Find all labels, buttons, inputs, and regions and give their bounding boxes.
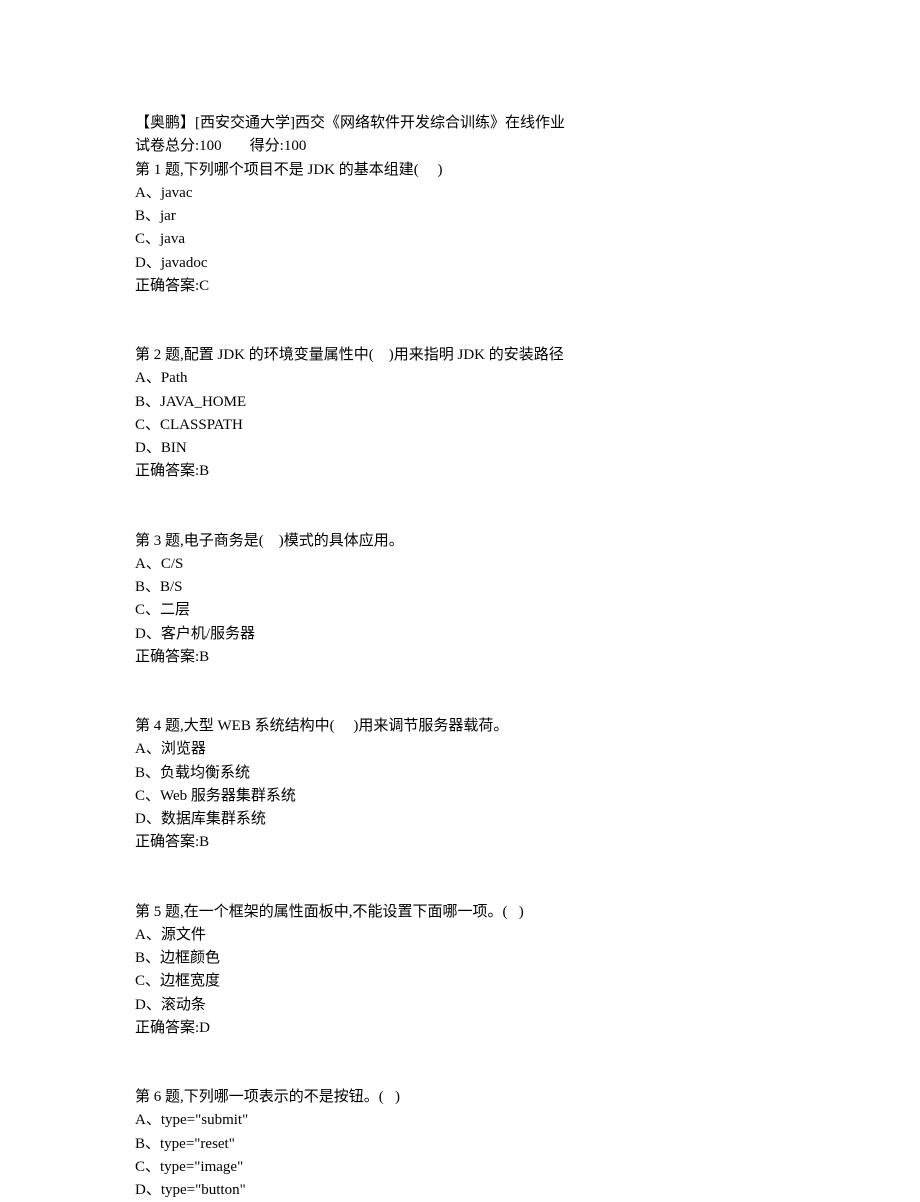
question-option: A、浏览器 — [135, 738, 785, 761]
question-stem: 第 5 题,在一个框架的属性面板中,不能设置下面哪一项。( ) — [135, 901, 785, 924]
question-option: C、type="image" — [135, 1156, 785, 1179]
question-answer: 正确答案:B — [135, 831, 785, 854]
spacer — [135, 1040, 785, 1086]
question-stem: 第 1 题,下列哪个项目不是 JDK 的基本组建( ) — [135, 159, 785, 182]
question-1: 第 1 题,下列哪个项目不是 JDK 的基本组建( ) A、javac B、ja… — [135, 159, 785, 299]
question-6: 第 6 题,下列哪一项表示的不是按钮。( ) A、type="submit" B… — [135, 1086, 785, 1202]
question-answer: 正确答案:C — [135, 275, 785, 298]
question-option: D、滚动条 — [135, 994, 785, 1017]
question-option: B、负载均衡系统 — [135, 762, 785, 785]
question-option: B、jar — [135, 205, 785, 228]
question-option: A、type="submit" — [135, 1109, 785, 1132]
spacer — [135, 298, 785, 344]
question-stem: 第 6 题,下列哪一项表示的不是按钮。( ) — [135, 1086, 785, 1109]
question-stem: 第 3 题,电子商务是( )模式的具体应用。 — [135, 530, 785, 553]
question-answer: 正确答案:B — [135, 646, 785, 669]
question-option: C、边框宽度 — [135, 970, 785, 993]
question-option: A、javac — [135, 182, 785, 205]
question-4: 第 4 题,大型 WEB 系统结构中( )用来调节服务器载荷。 A、浏览器 B、… — [135, 715, 785, 855]
question-answer: 正确答案:D — [135, 1017, 785, 1040]
question-stem: 第 2 题,配置 JDK 的环境变量属性中( )用来指明 JDK 的安装路径 — [135, 344, 785, 367]
question-option: D、客户机/服务器 — [135, 623, 785, 646]
question-option: C、CLASSPATH — [135, 414, 785, 437]
question-option: B、type="reset" — [135, 1133, 785, 1156]
question-option: A、C/S — [135, 553, 785, 576]
question-option: C、Web 服务器集群系统 — [135, 785, 785, 808]
question-option: A、Path — [135, 367, 785, 390]
document-title: 【奥鹏】[西安交通大学]西交《网络软件开发综合训练》在线作业 — [135, 112, 785, 135]
question-option: D、数据库集群系统 — [135, 808, 785, 831]
spacer — [135, 669, 785, 715]
question-option: A、源文件 — [135, 924, 785, 947]
spacer — [135, 855, 785, 901]
question-option: C、二层 — [135, 599, 785, 622]
question-2: 第 2 题,配置 JDK 的环境变量属性中( )用来指明 JDK 的安装路径 A… — [135, 344, 785, 484]
question-5: 第 5 题,在一个框架的属性面板中,不能设置下面哪一项。( ) A、源文件 B、… — [135, 901, 785, 1041]
total-score: 试卷总分:100 — [135, 138, 222, 154]
question-option: B、B/S — [135, 576, 785, 599]
question-option: B、边框颜色 — [135, 947, 785, 970]
spacer — [135, 484, 785, 530]
question-answer: 正确答案:B — [135, 460, 785, 483]
question-3: 第 3 题,电子商务是( )模式的具体应用。 A、C/S B、B/S C、二层 … — [135, 530, 785, 670]
question-option: B、JAVA_HOME — [135, 391, 785, 414]
got-score: 得分:100 — [250, 138, 307, 154]
question-option: C、java — [135, 228, 785, 251]
score-line: 试卷总分:100 得分:100 — [135, 135, 785, 158]
question-option: D、BIN — [135, 437, 785, 460]
question-option: D、javadoc — [135, 252, 785, 275]
question-stem: 第 4 题,大型 WEB 系统结构中( )用来调节服务器载荷。 — [135, 715, 785, 738]
